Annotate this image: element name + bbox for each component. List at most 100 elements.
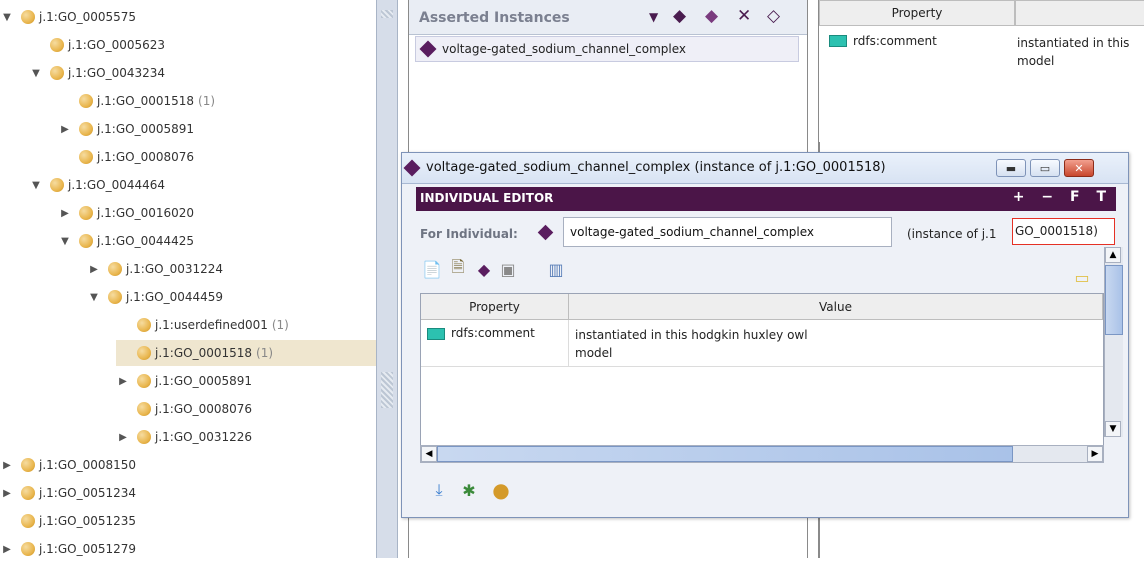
tree-item-label: j.1:GO_0005891	[97, 122, 195, 136]
class-icon	[21, 486, 35, 500]
tree-item[interactable]: ▶ j.1:GO_0051279	[0, 536, 136, 562]
tree-item[interactable]: j.1:GO_0001518 (1)	[116, 340, 376, 366]
splitter-grip-top[interactable]	[381, 10, 393, 18]
scroll-right-arrow[interactable]: ▶	[1087, 446, 1103, 462]
property-column-header[interactable]: Property	[819, 0, 1015, 26]
value-column-header[interactable]: Value	[569, 294, 1103, 320]
delete-annotation-icon[interactable]: ▣	[498, 259, 518, 279]
copy-instance-icon[interactable]: ◆	[705, 6, 718, 26]
close-button[interactable]: ✕	[1064, 159, 1094, 177]
tree-item-label: j.1:GO_0043234	[68, 66, 166, 80]
create-instance-icon[interactable]: ◆	[673, 6, 686, 26]
tree-item-label: j.1:GO_0001518	[97, 94, 195, 108]
class-icon	[50, 38, 64, 52]
instance-options-icon[interactable]: ◇	[767, 6, 780, 26]
expand-down-icon[interactable]: ▼	[29, 66, 43, 80]
dropdown-arrow-icon[interactable]: ▼	[649, 10, 658, 24]
expand-right-icon[interactable]: ▶	[0, 542, 14, 556]
expand-right-icon[interactable]: ▶	[116, 374, 130, 388]
tree-item[interactable]: j.1:userdefined001 (1)	[116, 312, 289, 338]
window-title: voltage-gated_sodium_channel_complex (in…	[426, 160, 886, 175]
individual-icon	[419, 40, 437, 58]
expand-right-icon[interactable]: ▶	[58, 122, 72, 136]
add-annotation-icon[interactable]: 📄	[422, 259, 442, 279]
expand-down-icon[interactable]: ▼	[0, 10, 14, 24]
tree-item[interactable]: j.1:GO_0051235	[0, 508, 136, 534]
property-cell[interactable]: rdfs:comment	[421, 320, 569, 366]
new-class-icon[interactable]: ●	[490, 478, 512, 502]
vertical-scrollbar[interactable]: ▲ ▼	[1104, 247, 1123, 437]
class-icon	[21, 458, 35, 472]
tree-item[interactable]: ▶ j.1:GO_0051234	[0, 480, 136, 506]
tree-item-label: j.1:GO_0008076	[97, 150, 195, 164]
property-row[interactable]: rdfs:comment	[829, 34, 937, 48]
delete-instance-icon[interactable]: ✕	[737, 6, 751, 26]
instances-header: Asserted Instances ▼ ◆ ◆ ✕ ◇	[409, 0, 807, 35]
individual-name-field[interactable]	[563, 217, 892, 247]
expand-down-icon[interactable]: ▼	[87, 290, 101, 304]
tree-item[interactable]: ▼ j.1:GO_0043234	[29, 60, 165, 86]
vertical-scroll-thumb[interactable]	[1105, 265, 1123, 335]
instance-count: (1)	[198, 94, 216, 108]
scroll-down-arrow[interactable]: ▼	[1105, 421, 1121, 437]
class-icon	[79, 206, 93, 220]
tree-item[interactable]: ▶ j.1:GO_0005891	[58, 116, 194, 142]
property-column-header[interactable]: Property	[421, 294, 569, 320]
class-icon	[21, 542, 35, 556]
tree-item[interactable]: j.1:GO_0008076	[116, 396, 252, 422]
create-individual-icon[interactable]: ◆	[474, 259, 494, 279]
tree-item-label: j.1:GO_0016020	[97, 206, 195, 220]
tree-item[interactable]: j.1:GO_0008076	[58, 144, 194, 170]
window-title-bar[interactable]: voltage-gated_sodium_channel_complex (in…	[402, 153, 1128, 184]
property-value[interactable]: instantiated in this model	[1017, 34, 1129, 70]
property-header-label: Property	[891, 6, 943, 20]
tree-item[interactable]: j.1:GO_0001518 (1)	[58, 88, 215, 114]
tree-item[interactable]: ▶ j.1:GO_0008150	[0, 452, 136, 478]
minimize-button[interactable]: ▬	[996, 159, 1026, 177]
tree-item[interactable]: ▶ j.1:GO_0031226	[116, 424, 252, 450]
horizontal-scroll-thumb[interactable]	[437, 446, 1013, 462]
tree-item-label: j.1:GO_0051235	[39, 514, 137, 528]
tree-item[interactable]: ▼ j.1:GO_0044459	[87, 284, 223, 310]
horizontal-scrollbar[interactable]: ◀ ▶	[420, 445, 1104, 463]
expand-down-icon[interactable]: ▼	[29, 178, 43, 192]
scroll-up-arrow[interactable]: ▲	[1105, 247, 1121, 263]
splitter-grip[interactable]	[381, 372, 393, 408]
maximize-button[interactable]: ▭	[1030, 159, 1060, 177]
bug-icon[interactable]: ✱	[458, 479, 480, 501]
annotation-property-icon	[427, 328, 445, 340]
tree-item[interactable]: ▼ j.1:GO_0044425	[58, 228, 194, 254]
annotation-property-icon	[829, 35, 847, 47]
tree-item[interactable]: ▶ j.1:GO_0016020	[58, 200, 194, 226]
expand-right-icon[interactable]: ▶	[0, 458, 14, 472]
import-icon[interactable]: ⤓	[428, 479, 450, 501]
class-icon	[137, 346, 151, 360]
note-icon[interactable]: ▭	[1072, 267, 1092, 287]
tree-item[interactable]: ▶ j.1:GO_0005891	[116, 368, 252, 394]
instance-list-item[interactable]: voltage-gated_sodium_channel_complex	[415, 36, 799, 62]
tree-item[interactable]: ▶ j.1:GO_0031224	[87, 256, 223, 282]
tree-item-label: j.1:GO_0005891	[155, 374, 253, 388]
view-table-icon[interactable]: ▥	[546, 259, 566, 279]
tree-item[interactable]: ▼ j.1:GO_0005575	[0, 4, 136, 30]
add-datatype-annotation-icon[interactable]: 🗎	[448, 257, 468, 279]
editor-bar-icons[interactable]: + − F T	[1013, 189, 1112, 205]
value-cell[interactable]: instantiated in this hodgkin huxley owl …	[575, 326, 808, 362]
tree-item-label: j.1:GO_0044425	[97, 234, 195, 248]
expand-down-icon[interactable]: ▼	[58, 234, 72, 248]
tree-item[interactable]: ▼ j.1:GO_0044464	[29, 172, 165, 198]
table-row[interactable]: rdfs:comment instantiated in this hodgki…	[421, 320, 1103, 367]
scroll-left-arrow[interactable]: ◀	[421, 446, 437, 462]
tree-item[interactable]: j.1:GO_0005623	[29, 32, 165, 58]
expand-right-icon[interactable]: ▶	[0, 486, 14, 500]
splitter[interactable]	[376, 0, 398, 558]
instance-label: voltage-gated_sodium_channel_complex	[442, 42, 687, 56]
class-icon	[137, 430, 151, 444]
expand-right-icon[interactable]: ▶	[116, 430, 130, 444]
expand-right-icon[interactable]: ▶	[87, 262, 101, 276]
tree-item-label: j.1:GO_0044464	[68, 178, 166, 192]
instance-of-class-field[interactable]: GO_0001518)	[1012, 218, 1115, 245]
individual-icon	[403, 159, 421, 177]
expand-right-icon[interactable]: ▶	[58, 206, 72, 220]
value-column-header[interactable]	[1015, 0, 1144, 26]
